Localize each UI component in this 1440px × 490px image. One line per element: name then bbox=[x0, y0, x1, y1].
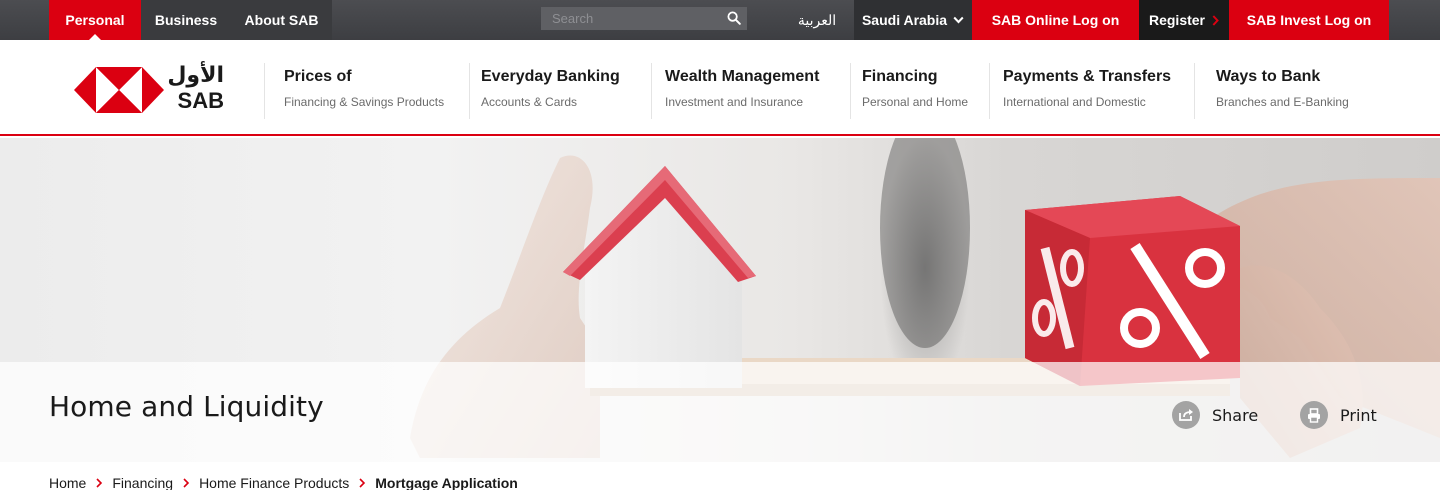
nav-item-payments-transfers[interactable]: Payments & Transfers International and D… bbox=[989, 63, 1183, 119]
print-icon bbox=[1308, 407, 1320, 423]
sab-logo[interactable]: الأول SAB bbox=[74, 63, 224, 113]
sab-invest-logon-button[interactable]: SAB Invest Log on bbox=[1229, 0, 1389, 40]
nav-item-title: Financing bbox=[862, 68, 938, 85]
top-bar: Personal Business About SAB العربية Saud… bbox=[0, 0, 1440, 40]
language-arabic-link[interactable]: العربية bbox=[782, 0, 852, 40]
search-box bbox=[541, 7, 747, 30]
share-label: Share bbox=[1212, 405, 1259, 425]
nav-item-subtitle: International and Domestic bbox=[1003, 95, 1146, 109]
sab-online-logon-label: SAB Online Log on bbox=[991, 12, 1120, 28]
tab-business-label: Business bbox=[154, 12, 218, 28]
print-icon-circle bbox=[1300, 401, 1328, 429]
nav-divider bbox=[469, 63, 470, 119]
nav-item-subtitle: Accounts & Cards bbox=[481, 95, 578, 109]
nav-item-title: Payments & Transfers bbox=[1003, 68, 1172, 85]
tab-personal-label: Personal bbox=[65, 12, 125, 28]
share-icon-circle bbox=[1172, 401, 1200, 429]
language-arabic-label: العربية bbox=[797, 11, 837, 28]
logo-arabic-text: الأول bbox=[167, 63, 224, 88]
search-input[interactable] bbox=[541, 7, 721, 30]
nav-item-subtitle: Branches and E-Banking bbox=[1216, 95, 1349, 109]
sab-invest-logon-label: SAB Invest Log on bbox=[1246, 12, 1372, 28]
register-label: Register bbox=[1148, 12, 1206, 28]
nav-divider bbox=[264, 63, 265, 119]
nav-item-title: Prices of bbox=[284, 68, 352, 85]
sab-online-logon-button[interactable]: SAB Online Log on bbox=[972, 0, 1139, 40]
tab-about-label: About SAB bbox=[244, 12, 319, 28]
breadcrumb-home-finance-products[interactable]: Home Finance Products bbox=[199, 475, 349, 490]
tab-personal[interactable]: Personal bbox=[49, 0, 141, 40]
register-button[interactable]: Register bbox=[1139, 0, 1229, 40]
nav-divider bbox=[850, 63, 851, 119]
hexagon-logo-icon bbox=[74, 67, 164, 113]
nav-item-title: Wealth Management bbox=[665, 68, 820, 85]
nav-divider bbox=[651, 63, 652, 119]
nav-item-subtitle: Personal and Home bbox=[862, 95, 969, 109]
nav-item-subtitle: Investment and Insurance bbox=[665, 95, 804, 109]
search-icon[interactable] bbox=[727, 11, 741, 25]
tab-about-sab[interactable]: About SAB bbox=[231, 0, 332, 40]
nav-item-title: Ways to Bank bbox=[1216, 68, 1321, 85]
print-label: Print bbox=[1340, 405, 1377, 425]
print-button[interactable]: Print bbox=[1300, 400, 1377, 430]
nav-item-financing[interactable]: Financing Personal and Home bbox=[850, 63, 987, 119]
breadcrumb-financing[interactable]: Financing bbox=[112, 475, 173, 490]
logo-latin-text: SAB bbox=[177, 88, 224, 113]
tab-business[interactable]: Business bbox=[141, 0, 231, 40]
nav-item-title: Everyday Banking bbox=[481, 68, 620, 85]
nav-item-prices[interactable]: Prices of Financing & Savings Products bbox=[264, 63, 454, 119]
page-title: Home and Liquidity bbox=[49, 390, 324, 423]
breadcrumb-home[interactable]: Home bbox=[49, 475, 86, 490]
nav-item-everyday-banking[interactable]: Everyday Banking Accounts & Cards bbox=[469, 63, 641, 119]
breadcrumb: Home Financing Home Finance Products Mor… bbox=[49, 474, 518, 490]
nav-item-subtitle: Financing & Savings Products bbox=[284, 95, 445, 109]
main-navigation: الأول SAB Prices of Financing & Savings … bbox=[0, 40, 1440, 136]
chevron-right-icon bbox=[359, 478, 366, 488]
chevron-down-icon bbox=[953, 16, 964, 24]
share-button[interactable]: Share bbox=[1172, 400, 1258, 430]
chevron-right-icon bbox=[96, 478, 103, 488]
hero-banner: Home and Liquidity Share Print bbox=[0, 138, 1440, 462]
nav-item-wealth-management[interactable]: Wealth Management Investment and Insuran… bbox=[651, 63, 840, 119]
country-label: Saudi Arabia bbox=[861, 12, 948, 28]
chevron-right-icon bbox=[1212, 14, 1219, 26]
nav-item-ways-to-bank[interactable]: Ways to Bank Branches and E-Banking bbox=[1194, 63, 1366, 119]
share-icon bbox=[1179, 409, 1193, 421]
nav-divider bbox=[989, 63, 990, 119]
breadcrumb-current: Mortgage Application bbox=[375, 475, 518, 490]
nav-divider bbox=[1194, 63, 1195, 119]
chevron-right-icon bbox=[183, 478, 190, 488]
country-selector[interactable]: Saudi Arabia bbox=[854, 0, 972, 40]
